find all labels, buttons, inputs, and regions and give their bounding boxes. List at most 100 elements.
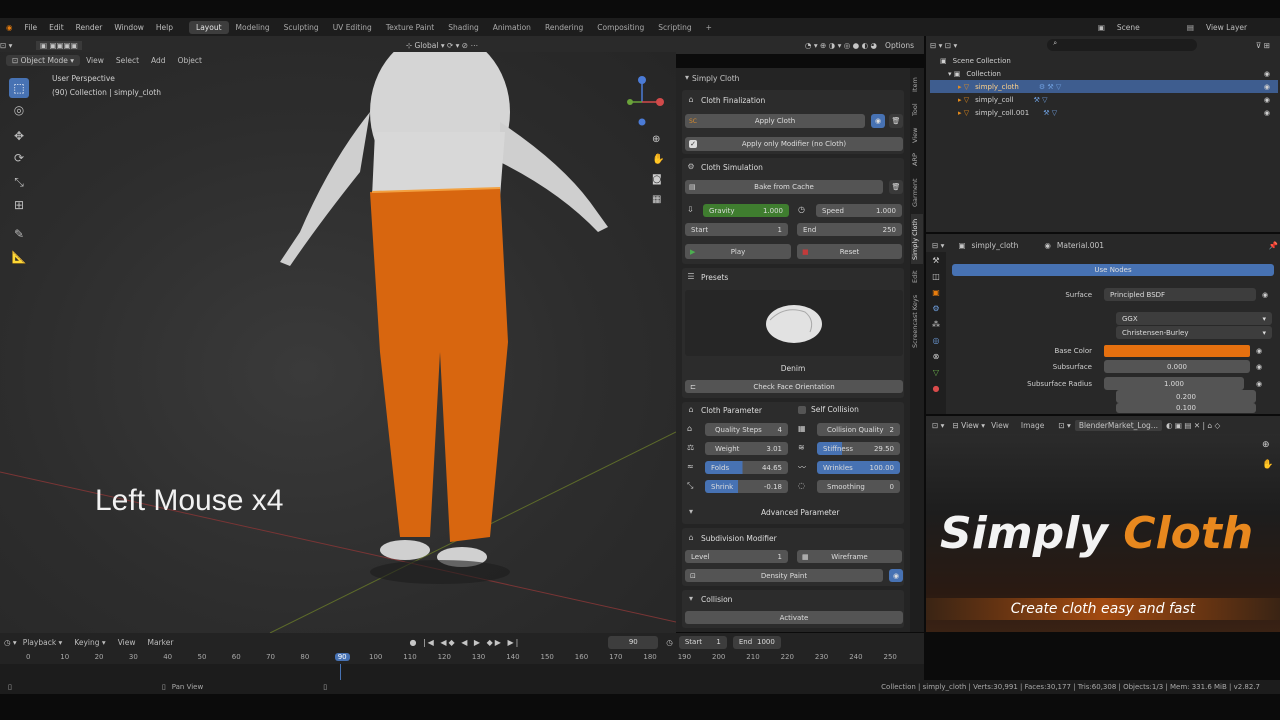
density-paint-button[interactable]: ⊡ Density Paint [685, 569, 883, 582]
activate-collision-button[interactable]: Activate [685, 611, 903, 624]
rotate-tool-icon[interactable]: ⟳ [9, 148, 29, 168]
use-nodes-button[interactable]: Use Nodes [952, 264, 1274, 276]
cloth-simulation-header[interactable]: ⚙ Cloth Simulation [686, 162, 763, 172]
collision-header[interactable]: ▾ Collision [686, 594, 732, 604]
outliner-item-simply-cloth[interactable]: ▸ ▽ simply_cloth ⚙ ⚒ ▽ ◉ [930, 80, 1278, 93]
tab-texture-paint[interactable]: Texture Paint [379, 21, 441, 34]
simply-cloth-header[interactable]: ▾ Simply Cloth [682, 69, 904, 87]
sss-method-select[interactable]: Christensen-Burley ▾ [1116, 326, 1272, 339]
collision-quality-field[interactable]: Collision Quality 2 [817, 423, 900, 436]
tab-arp[interactable]: ARP [911, 150, 923, 170]
data-props-icon[interactable]: ▽ [933, 368, 939, 377]
subsurface-link-icon[interactable]: ◉ [1256, 363, 1262, 371]
view-layer-name[interactable]: View Layer [1200, 23, 1280, 32]
image-canvas[interactable]: Simply Cloth Create cloth easy and fast … [926, 434, 1280, 632]
reset-button[interactable]: ■ Reset [797, 244, 902, 259]
editor-type-icon[interactable]: ⊡ ▾ [0, 41, 36, 50]
menu-add[interactable]: Add [145, 56, 172, 65]
tab-screencast-keys[interactable]: Screencast Keys [911, 290, 923, 352]
stiffness-field[interactable]: Stiffness 29.50 [817, 442, 900, 455]
self-collision-toggle[interactable]: Self Collision [798, 405, 859, 414]
scale-tool-icon[interactable]: ⤡ [9, 172, 29, 192]
delete-cache-icon[interactable]: 🗑 [889, 180, 903, 194]
end-field[interactable]: End 250 [797, 223, 902, 236]
physics-props-icon[interactable]: ◎ [933, 336, 940, 345]
measure-tool-icon[interactable]: 📐 [9, 247, 29, 267]
shrink-field[interactable]: Shrink -0.18 [705, 480, 788, 493]
level-field[interactable]: Level 1 [685, 550, 788, 563]
radius-x-field[interactable]: 1.000 [1104, 377, 1244, 390]
self-collision-checkbox[interactable] [798, 405, 806, 414]
timeline-menu-playback[interactable]: Playback ▾ [17, 638, 69, 647]
base-color-link-icon[interactable]: ◉ [1256, 347, 1262, 355]
timeline-editor-icon[interactable]: ◷ ▾ [4, 638, 17, 647]
base-color-swatch[interactable] [1104, 344, 1250, 357]
weight-field[interactable]: Weight 3.01 [705, 442, 788, 455]
tab-compositing[interactable]: Compositing [590, 21, 651, 34]
tab-animation[interactable]: Animation [486, 21, 538, 34]
radius-y-field[interactable]: 0.200 [1116, 390, 1256, 403]
quality-steps-field[interactable]: Quality Steps 4 [705, 423, 788, 436]
subsurface-field[interactable]: 0.000 [1104, 360, 1250, 373]
tab-item[interactable]: Item [911, 72, 923, 98]
tab-rendering[interactable]: Rendering [538, 21, 590, 34]
wireframe-button[interactable]: ▦ Wireframe [797, 550, 902, 563]
options-button[interactable]: Options [885, 41, 914, 50]
outliner-item-simply-coll[interactable]: ▸ ▽ simply_coll ⚒ ▽ ◉ [930, 93, 1278, 106]
tab-modeling[interactable]: Modeling [229, 21, 277, 34]
playback-controls[interactable]: ● |◀ ◀◆ ◀ ▶ ◆▶ ▶| [409, 638, 520, 647]
scene-icon[interactable]: ▣ [1092, 23, 1111, 32]
radius-z-field[interactable]: 0.100 [1116, 403, 1256, 413]
image-editor-icon[interactable]: ⊡ ▾ [932, 421, 944, 430]
zoom-icon[interactable]: ⊕ [652, 134, 660, 145]
timeline-menu-keying[interactable]: Keying ▾ [68, 638, 111, 647]
3d-viewport[interactable]: ⊡ Object Mode ▾ View Select Add Object U… [0, 52, 676, 633]
tab-sculpting[interactable]: Sculpting [277, 21, 326, 34]
apply-modifier-checkbox[interactable]: ✓ [689, 140, 697, 148]
play-button[interactable]: ▶ Play [685, 244, 791, 259]
presets-header[interactable]: ☰ Presets [686, 272, 728, 282]
stopwatch-icon[interactable]: ◷ [666, 638, 673, 647]
image-name-field[interactable]: BlenderMarket_Log... [1074, 419, 1162, 431]
blender-logo-icon[interactable]: ◉ [0, 23, 19, 32]
add-workspace-button[interactable]: + [699, 21, 719, 34]
output-props-icon[interactable]: ▣ [932, 288, 940, 297]
properties-editor-icon[interactable]: ⊟ ▾ [932, 241, 944, 250]
menu-view[interactable]: View [80, 56, 110, 65]
timeline-end-field[interactable]: End 1000 [732, 635, 781, 649]
item-eye-icon[interactable]: ◉ [1264, 83, 1270, 91]
timeline-track[interactable] [0, 664, 924, 680]
orientation-select[interactable]: ⊹ Global ▾ ⟳ ▾ ⊘ ⋯ [406, 41, 478, 50]
outliner-collection[interactable]: ▾ ▣ Collection ◉ [930, 67, 1278, 80]
item-eye-icon[interactable]: ◉ [1264, 109, 1270, 117]
view-layer-icon[interactable]: ▤ [1181, 23, 1200, 32]
image-tools-icons[interactable]: ◐ ▣ ▤ ✕ | ⌂ ◇ [1166, 421, 1220, 430]
timeline-menu-view[interactable]: View [112, 638, 142, 647]
tab-edit[interactable]: Edit [911, 268, 923, 286]
gravity-field[interactable]: Gravity 1.000 [703, 204, 789, 217]
preset-thumbnail[interactable] [685, 290, 903, 356]
select-mode-icon[interactable]: ▣ ▣▣▣▣ [36, 40, 82, 50]
menu-render[interactable]: Render [70, 23, 109, 32]
grid-view-icon[interactable]: ▦ [652, 194, 661, 205]
cloth-finalization-header[interactable]: ⌂ Cloth Finalization [686, 95, 765, 105]
camera-icon[interactable]: ◙ [652, 174, 662, 185]
tab-garment[interactable]: Garment [911, 176, 923, 210]
mode-select[interactable]: ⊡ Object Mode ▾ [6, 54, 81, 66]
render-props-icon[interactable]: ◫ [932, 272, 940, 281]
tab-simply-cloth[interactable]: Simply Cloth [911, 214, 923, 264]
check-face-orientation-button[interactable]: ⊏ Check Face Orientation [685, 380, 903, 393]
menu-help[interactable]: Help [150, 23, 179, 32]
wrinkles-field[interactable]: Wrinkles 100.00 [817, 461, 900, 474]
menu-file[interactable]: File [19, 23, 44, 32]
start-field[interactable]: Start 1 [685, 223, 788, 236]
distribution-select[interactable]: GGX ▾ [1116, 312, 1272, 325]
timeline-menu-marker[interactable]: Marker [142, 638, 180, 647]
tab-tool[interactable]: Tool [911, 100, 923, 120]
bake-from-cache-button[interactable]: ▤ Bake from Cache [685, 180, 883, 194]
image-browse-icon[interactable]: ⊡ ▾ [1058, 421, 1070, 430]
tab-scripting[interactable]: Scripting [651, 21, 698, 34]
move-tool-icon[interactable]: ✥ [9, 126, 29, 146]
speed-field[interactable]: Speed 1.000 [816, 204, 902, 217]
item-eye-icon[interactable]: ◉ [1264, 96, 1270, 104]
